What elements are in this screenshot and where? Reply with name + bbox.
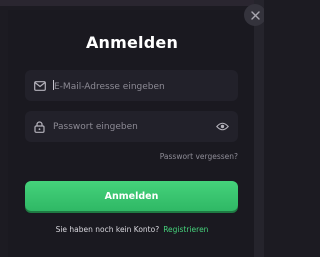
- modal-title: Anmelden: [85, 33, 179, 52]
- signup-prompt: Sie haben noch kein Konto?: [55, 225, 160, 234]
- lock-icon: [33, 120, 46, 133]
- signup-row: Sie haben noch kein Konto? Registrieren: [0, 225, 264, 234]
- forgot-password-link[interactable]: Passwort vergessen?: [160, 152, 238, 161]
- login-screen: Anmelden E-Mail-Adresse eingeben Passwor…: [0, 0, 264, 257]
- login-button[interactable]: Anmelden: [25, 181, 238, 211]
- password-field[interactable]: Passwort eingeben: [25, 111, 238, 142]
- backdrop: [0, 0, 264, 6]
- email-field[interactable]: E-Mail-Adresse eingeben: [25, 70, 238, 101]
- email-input[interactable]: E-Mail-Adresse eingeben: [53, 79, 238, 92]
- register-link[interactable]: Registrieren: [163, 225, 208, 234]
- password-input[interactable]: Passwort eingeben: [53, 122, 215, 132]
- mail-icon: [33, 79, 46, 92]
- close-icon: [250, 10, 260, 20]
- email-placeholder: E-Mail-Adresse eingeben: [54, 81, 165, 92]
- eye-icon[interactable]: [215, 121, 229, 133]
- close-button[interactable]: [244, 4, 264, 26]
